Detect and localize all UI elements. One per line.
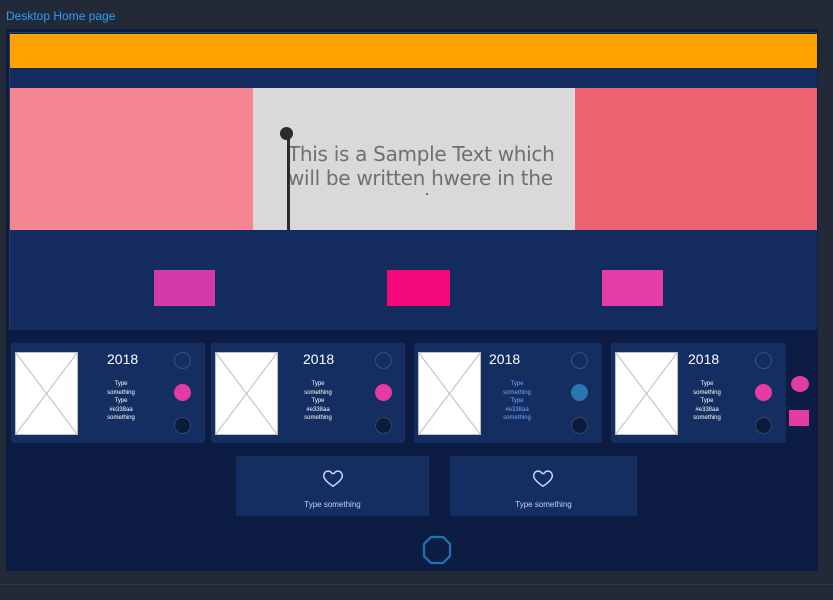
product-card-2[interactable]: 2018 Type something Type #e338aa something bbox=[211, 343, 405, 443]
card-meta: Type something Type #e338aa something bbox=[107, 381, 135, 421]
side-swatch-pink[interactable] bbox=[789, 410, 809, 426]
image-placeholder bbox=[418, 352, 481, 435]
card-meta: Type something Type #e338aa something bbox=[304, 381, 332, 421]
card-year: 2018 bbox=[107, 351, 139, 367]
favorite-card-2[interactable]: Type something bbox=[450, 456, 637, 516]
image-placeholder-icon bbox=[16, 353, 77, 434]
product-card-1[interactable]: 2018 Type something Type #e338aa something bbox=[11, 343, 205, 443]
image-placeholder bbox=[15, 352, 78, 435]
slider-pin-stem[interactable] bbox=[287, 134, 290, 230]
radio-option-middle[interactable] bbox=[375, 384, 392, 401]
radio-option-top[interactable] bbox=[174, 352, 191, 369]
nav-bar bbox=[10, 68, 817, 88]
image-placeholder bbox=[615, 352, 678, 435]
radio-option-middle[interactable] bbox=[571, 384, 588, 401]
radio-option-top[interactable] bbox=[755, 352, 772, 369]
favorite-card-1[interactable]: Type something bbox=[236, 456, 429, 516]
image-placeholder-icon bbox=[616, 353, 677, 434]
radio-option-bottom[interactable] bbox=[755, 417, 772, 434]
card-meta: Type something Type #e338aa something bbox=[693, 381, 721, 421]
favorite-label: Type something bbox=[515, 500, 572, 509]
band-button-3[interactable] bbox=[602, 270, 663, 306]
image-placeholder-icon bbox=[419, 353, 480, 434]
page-title: Desktop Home page bbox=[6, 9, 116, 23]
product-card-3[interactable]: 2018 Type something Type #e338aa something bbox=[414, 343, 602, 443]
status-strip bbox=[0, 584, 833, 600]
radio-option-middle[interactable] bbox=[755, 384, 772, 401]
band-button-2[interactable] bbox=[387, 270, 450, 306]
radio-option-middle[interactable] bbox=[174, 384, 191, 401]
band-button-1[interactable] bbox=[154, 270, 215, 306]
heart-icon bbox=[323, 470, 343, 488]
radio-option-top[interactable] bbox=[375, 352, 392, 369]
top-bar bbox=[10, 34, 817, 68]
card-meta: Type something Type #e338aa something bbox=[503, 381, 531, 421]
image-placeholder bbox=[215, 352, 278, 435]
hero-right-panel bbox=[575, 88, 817, 230]
hero-text-content: This is a Sample Text which will be writ… bbox=[288, 142, 555, 190]
slider-pin-handle[interactable] bbox=[280, 127, 293, 140]
button-band bbox=[10, 230, 817, 330]
octagon-icon[interactable] bbox=[421, 534, 453, 566]
radio-option-top[interactable] bbox=[571, 352, 588, 369]
hero-text: This is a Sample Text which will be writ… bbox=[288, 142, 568, 190]
text-cursor-dot bbox=[426, 193, 428, 195]
radio-option-bottom[interactable] bbox=[174, 417, 191, 434]
card-year: 2018 bbox=[303, 351, 335, 367]
radio-option-bottom[interactable] bbox=[375, 417, 392, 434]
image-placeholder-icon bbox=[216, 353, 277, 434]
product-card-4[interactable]: 2018 Type something Type #e338aa something bbox=[611, 343, 786, 443]
hero-center-panel: This is a Sample Text which will be writ… bbox=[253, 88, 575, 230]
card-year: 2018 bbox=[688, 351, 720, 367]
card-year: 2018 bbox=[489, 351, 521, 367]
hero-left-panel bbox=[10, 88, 253, 230]
favorite-label: Type something bbox=[304, 500, 361, 509]
radio-option-bottom[interactable] bbox=[571, 417, 588, 434]
side-radio-pink[interactable] bbox=[791, 376, 809, 392]
heart-icon bbox=[533, 470, 553, 488]
hero-banner: This is a Sample Text which will be writ… bbox=[10, 88, 817, 230]
